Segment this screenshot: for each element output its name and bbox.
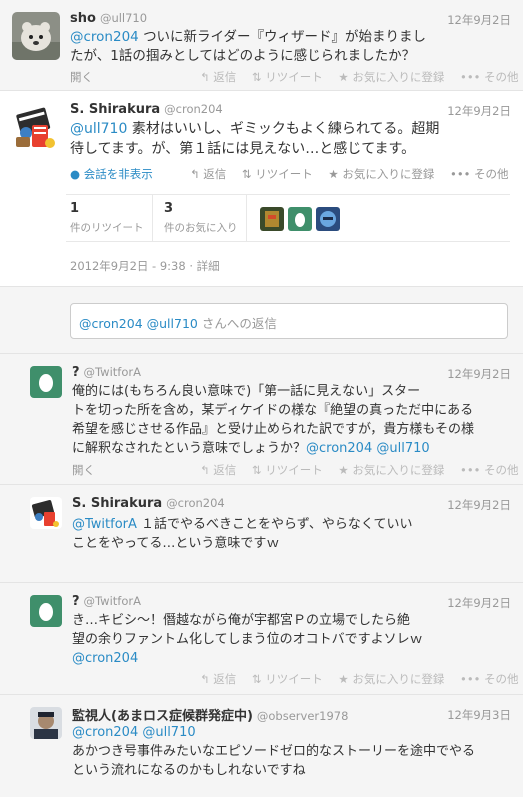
open-link[interactable]: 開く [72,462,95,478]
tweet[interactable]: sho @ull710 12年9月2日 @cron204 ついに新ライダー『ウィザ… [0,0,523,90]
tweet-text: き…キビシ～！僭越ながら俺が宇都宮Ｐの立場でしたら絶 望の余りファントム化してし… [72,611,512,668]
mention-link[interactable]: @cron204 @ull710 [306,441,430,456]
tweet-date[interactable]: 12年9月2日 [447,497,511,513]
ellipsis-icon: ••• [450,167,471,181]
tweet-text: @cron204 @ull710 あかつき号事件みたいなエピソードゼロ的なストー… [72,723,517,780]
more-button[interactable]: ••• その他 [460,69,519,85]
reply-icon: ↰ [200,672,210,686]
tweet-date[interactable]: 12年9月2日 [447,366,511,382]
reply-icon: ↰ [190,167,200,181]
reply-button[interactable]: ↰ 返信 [200,462,236,478]
retweet-button[interactable]: ⇅ リツイート [242,166,313,182]
mention-link[interactable]: @cron204 @ull710 [72,723,517,742]
reply-button[interactable]: ↰ 返信 [200,69,236,85]
favorite-button[interactable]: ★ お気に入りに登録 [338,671,444,687]
mention-link[interactable]: @cron204 [72,649,512,668]
open-link[interactable]: 開く [70,69,93,85]
conversation-thread: sho @ull710 12年9月2日 @cron204 ついに新ライダー『ウィザ… [0,0,523,797]
star-icon: ★ [338,672,349,686]
retweet-icon: ⇅ [251,70,262,84]
more-button[interactable]: ••• その他 [460,671,519,687]
retweet-icon: ⇅ [251,672,262,686]
user-name[interactable]: ? [72,594,80,609]
mention-link[interactable]: @TwitforA [72,517,137,532]
mention-link[interactable]: @ull710 [70,121,127,137]
reply-input[interactable]: @cron204 @ull710 さんへの返信 [70,303,508,339]
retweet-icon: ⇅ [241,167,252,181]
tweet[interactable]: S. Shirakura @cron204 12年9月2日 @TwitforA １… [0,485,523,582]
expanded-tweet[interactable]: S. Shirakura @cron204 12年9月2日 @ull710 素材は… [0,91,523,286]
more-button[interactable]: ••• その他 [450,166,509,182]
user-handle[interactable]: @TwitforA [84,365,141,379]
favorite-button[interactable]: ★ お気に入りに登録 [338,462,444,478]
avatar[interactable] [30,366,62,398]
speech-bubble-icon: ● [70,167,81,181]
favoriter-avatar[interactable] [260,207,284,231]
tweet-stats: 1 件のリツイート 3 件のお気に入り [66,194,510,242]
reply-button[interactable]: ↰ 返信 [200,671,236,687]
user-handle[interactable]: @TwitforA [84,594,141,608]
avatar[interactable] [12,12,60,60]
tweet-actions: ↰ 返信 ⇅ リツイート ★ お気に入りに登録 ••• その他 [190,166,509,182]
mention-link[interactable]: @cron204 [70,29,139,45]
tweet-text: @TwitforA １話でやるべきことをやらず、やらなくていい ことをやってる…… [72,517,413,551]
tweet-text: @cron204 ついに新ライダー『ウィザード』が始まりまし たが、1話の掴みと… [70,29,427,64]
user-handle[interactable]: @cron204 [164,102,223,116]
tweet-timestamp: 2012年9月2日 - 9:38 · 詳細 [70,259,220,273]
star-icon: ★ [338,463,349,477]
user-name[interactable]: S. Shirakura [72,496,162,511]
tweet-actions: ↰ 返信 ⇅ リツイート ★ お気に入りに登録 ••• その他 [200,69,519,85]
ellipsis-icon: ••• [460,70,481,84]
tweet-date[interactable]: 12年9月3日 [447,707,511,723]
avatar[interactable] [12,103,60,151]
tweet-actions: ↰ 返信 ⇅ リツイート ★ お気に入りに登録 ••• その他 [200,671,519,687]
avatar[interactable] [30,595,62,627]
user-name[interactable]: sho [70,11,96,26]
retweet-button[interactable]: ⇅ リツイート [252,462,323,478]
tweet[interactable]: 監視人(あまロス症候群発症中) @observer1978 12年9月3日 @cr… [0,695,523,797]
reply-button[interactable]: ↰ 返信 [190,166,226,182]
tweet-date[interactable]: 12年9月2日 [447,103,511,119]
star-icon: ★ [328,167,339,181]
favoriter-avatar[interactable] [316,207,340,231]
user-handle[interactable]: @cron204 [166,496,225,510]
tweet[interactable]: ? @TwitforA 12年9月2日 俺的には(もちろん良い意味で)「第一話に見… [0,354,523,484]
user-handle[interactable]: @observer1978 [257,709,349,723]
tweet-text: 俺的には(もちろん良い意味で)「第一話に見えない」スター トを切った所を含め，某… [72,384,474,456]
tweet-date[interactable]: 12年9月2日 [447,12,511,28]
retweet-button[interactable]: ⇅ リツイート [252,69,323,85]
retweet-icon: ⇅ [251,463,262,477]
user-name[interactable]: 監視人(あまロス症候群発症中) [72,709,253,724]
tweet[interactable]: ? @TwitforA 12年9月2日 き…キビシ～！僭越ながら俺が宇都宮Ｐの立場… [0,583,523,694]
avatar[interactable] [30,497,62,529]
user-name[interactable]: ? [72,365,80,380]
user-handle[interactable]: @ull710 [100,11,147,25]
favoriter-avatar[interactable] [288,207,312,231]
reply-icon: ↰ [200,70,210,84]
more-button[interactable]: ••• その他 [460,462,519,478]
hide-conversation-link[interactable]: ● 会話を非表示 [70,166,153,182]
retweet-button[interactable]: ⇅ リツイート [252,671,323,687]
star-icon: ★ [338,70,349,84]
avatar[interactable] [30,707,62,739]
tweet-date[interactable]: 12年9月2日 [447,595,511,611]
tweet-actions: ↰ 返信 ⇅ リツイート ★ お気に入りに登録 ••• その他 [200,462,519,478]
ellipsis-icon: ••• [460,463,481,477]
details-link[interactable]: 詳細 [197,259,220,273]
user-name[interactable]: S. Shirakura [70,102,160,117]
favorite-count[interactable]: 3 件のお気に入り [164,201,238,235]
retweet-count[interactable]: 1 件のリツイート [70,201,144,235]
reply-icon: ↰ [200,463,210,477]
tweet-text: @ull710 素材はいいし、ギミックもよく練られてる。超期 待してます。が、第… [70,121,440,157]
favorite-button[interactable]: ★ お気に入りに登録 [328,166,434,182]
favorite-button[interactable]: ★ お気に入りに登録 [338,69,444,85]
ellipsis-icon: ••• [460,672,481,686]
